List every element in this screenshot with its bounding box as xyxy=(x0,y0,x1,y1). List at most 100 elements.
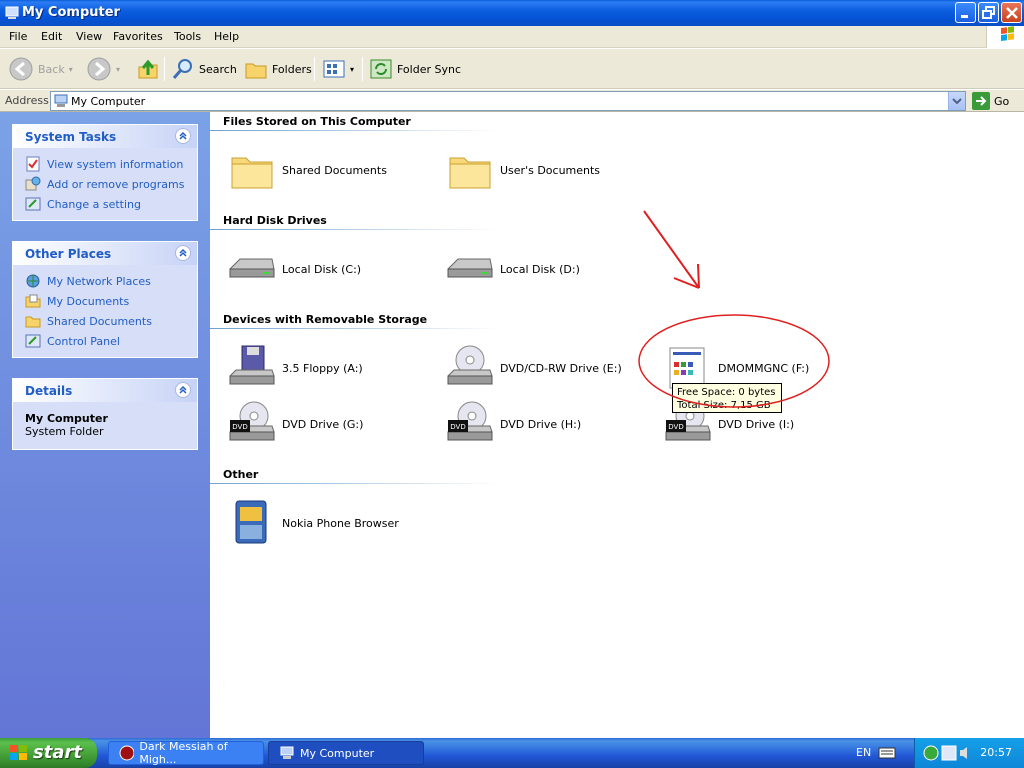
restore-button[interactable] xyxy=(978,2,999,23)
group-title-files: Files Stored on This Computer xyxy=(223,115,411,128)
folder-icon xyxy=(231,157,273,189)
menu-help[interactable]: Help xyxy=(214,30,239,43)
control-panel-icon xyxy=(25,197,41,211)
folders-icon xyxy=(245,63,267,79)
task-my-computer[interactable]: My Computer xyxy=(268,741,424,765)
collapse-chevron-icon[interactable] xyxy=(175,245,191,261)
item-dvd-h[interactable]: DVD DVD Drive (H:) xyxy=(446,400,581,448)
item-shared-documents[interactable]: Shared Documents xyxy=(228,146,387,194)
nokia-phone-browser-icon xyxy=(235,500,267,544)
minimize-button[interactable] xyxy=(955,2,976,23)
drive-tooltip: Free Space: 0 bytes Total Size: 7,15 GB xyxy=(672,383,782,413)
shared-documents-link[interactable]: Shared Documents xyxy=(25,311,197,331)
up-folder-icon xyxy=(138,59,158,79)
item-local-disk-d[interactable]: Local Disk (D:) xyxy=(446,245,580,293)
system-info-icon xyxy=(26,156,40,172)
collapse-chevron-icon[interactable] xyxy=(175,382,191,398)
views-icon xyxy=(323,60,345,78)
my-network-places-link[interactable]: My Network Places xyxy=(25,271,197,291)
folder-icon xyxy=(449,157,491,189)
go-arrow-icon xyxy=(972,92,990,110)
control-panel-icon xyxy=(25,334,41,348)
folder-icon xyxy=(25,316,41,328)
title-bar[interactable]: My Computer xyxy=(0,0,1024,26)
system-tasks-header[interactable]: System Tasks xyxy=(13,125,197,148)
language-indicator[interactable]: EN xyxy=(856,746,871,759)
start-button[interactable]: start xyxy=(0,738,97,768)
item-nokia-phone-browser[interactable]: Nokia Phone Browser xyxy=(228,499,399,547)
system-tray: 20:57 xyxy=(914,738,1024,768)
folder-sync-icon xyxy=(370,59,392,79)
change-setting-link[interactable]: Change a setting xyxy=(25,194,197,214)
tray-speaker-icon[interactable] xyxy=(959,745,971,761)
windows-logo-icon xyxy=(1001,26,1014,42)
forward-arrow-icon xyxy=(87,57,111,81)
add-remove-programs-link[interactable]: Add or remove programs xyxy=(25,174,197,194)
search-icon xyxy=(172,59,192,79)
menu-edit[interactable]: Edit xyxy=(41,30,62,43)
tray-sync-icon[interactable] xyxy=(923,745,939,761)
item-dvd-g[interactable]: DVD DVD Drive (G:) xyxy=(228,400,363,448)
windows-logo-icon xyxy=(10,745,27,760)
group-title-hdd: Hard Disk Drives xyxy=(223,214,327,227)
tray-app-icon[interactable] xyxy=(941,745,957,761)
search-button[interactable]: Search xyxy=(171,55,237,83)
address-dropdown-button[interactable] xyxy=(948,92,965,110)
my-documents-link[interactable]: My Documents xyxy=(25,291,197,311)
task-dark-messiah[interactable]: Dark Messiah of Migh... xyxy=(108,740,264,766)
minimize-icon xyxy=(961,15,968,18)
details-name: My Computer xyxy=(25,412,108,425)
hard-disk-icon xyxy=(447,258,493,278)
documents-folder-icon xyxy=(25,294,41,308)
back-arrow-icon xyxy=(9,57,33,81)
views-button[interactable]: ▾ xyxy=(322,55,354,83)
menu-favorites[interactable]: Favorites xyxy=(113,30,163,43)
control-panel-link[interactable]: Control Panel xyxy=(25,331,197,351)
other-places-header[interactable]: Other Places xyxy=(13,242,197,265)
network-globe-icon xyxy=(26,274,40,288)
folders-button[interactable]: Folders xyxy=(244,55,312,83)
details-header[interactable]: Details xyxy=(13,379,197,402)
windows-flag-logo xyxy=(986,26,1024,48)
add-remove-programs-icon xyxy=(25,176,41,191)
folder-sync-button[interactable]: Folder Sync xyxy=(369,55,461,83)
close-button[interactable] xyxy=(1001,2,1022,23)
forward-button[interactable]: ▾ xyxy=(86,55,120,83)
system-tasks-box: System Tasks View system information Add… xyxy=(12,124,198,221)
back-button[interactable]: Back ▾ xyxy=(8,55,73,83)
menu-view[interactable]: View xyxy=(76,30,102,43)
go-button[interactable]: Go xyxy=(972,92,1009,110)
restore-icon xyxy=(982,6,995,19)
chevron-down-icon: ▾ xyxy=(350,64,355,74)
floppy-drive-icon xyxy=(229,345,275,385)
group-title-removable: Devices with Removable Storage xyxy=(223,313,428,326)
menu-file[interactable]: File xyxy=(9,30,27,43)
collapse-chevron-icon[interactable] xyxy=(175,128,191,144)
my-computer-icon xyxy=(54,94,68,107)
my-computer-icon xyxy=(5,6,19,19)
up-folder-button[interactable] xyxy=(136,55,160,83)
item-floppy-a[interactable]: 3.5 Floppy (A:) xyxy=(228,344,363,392)
group-title-other: Other xyxy=(223,468,259,481)
address-input[interactable]: My Computer xyxy=(50,91,966,111)
hard-disk-icon xyxy=(229,258,275,278)
taskbar: start Dark Messiah of Migh... My Compute… xyxy=(0,738,1024,768)
address-bar: Address My Computer Go xyxy=(0,90,1024,112)
other-places-box: Other Places My Network Places My Docume… xyxy=(12,241,198,358)
details-type: System Folder xyxy=(25,425,104,438)
my-computer-icon xyxy=(280,746,294,759)
item-users-documents[interactable]: User's Documents xyxy=(446,146,600,194)
keyboard-icon[interactable] xyxy=(878,746,896,760)
window-title: My Computer xyxy=(22,5,120,20)
main-content: Files Stored on This Computer Shared Doc… xyxy=(210,112,1024,738)
chevron-down-icon xyxy=(952,98,962,105)
svg-text:DVD: DVD xyxy=(232,423,247,431)
item-dvd-cdrw-e[interactable]: DVD/CD-RW Drive (E:) xyxy=(446,344,622,392)
menu-tools[interactable]: Tools xyxy=(174,30,201,43)
item-local-disk-c[interactable]: Local Disk (C:) xyxy=(228,245,361,293)
view-system-info-link[interactable]: View system information xyxy=(25,154,197,174)
svg-text:DVD: DVD xyxy=(668,423,683,431)
chevron-down-icon: ▾ xyxy=(116,64,121,74)
dark-messiah-app-icon xyxy=(119,745,135,761)
close-icon xyxy=(1006,7,1018,19)
